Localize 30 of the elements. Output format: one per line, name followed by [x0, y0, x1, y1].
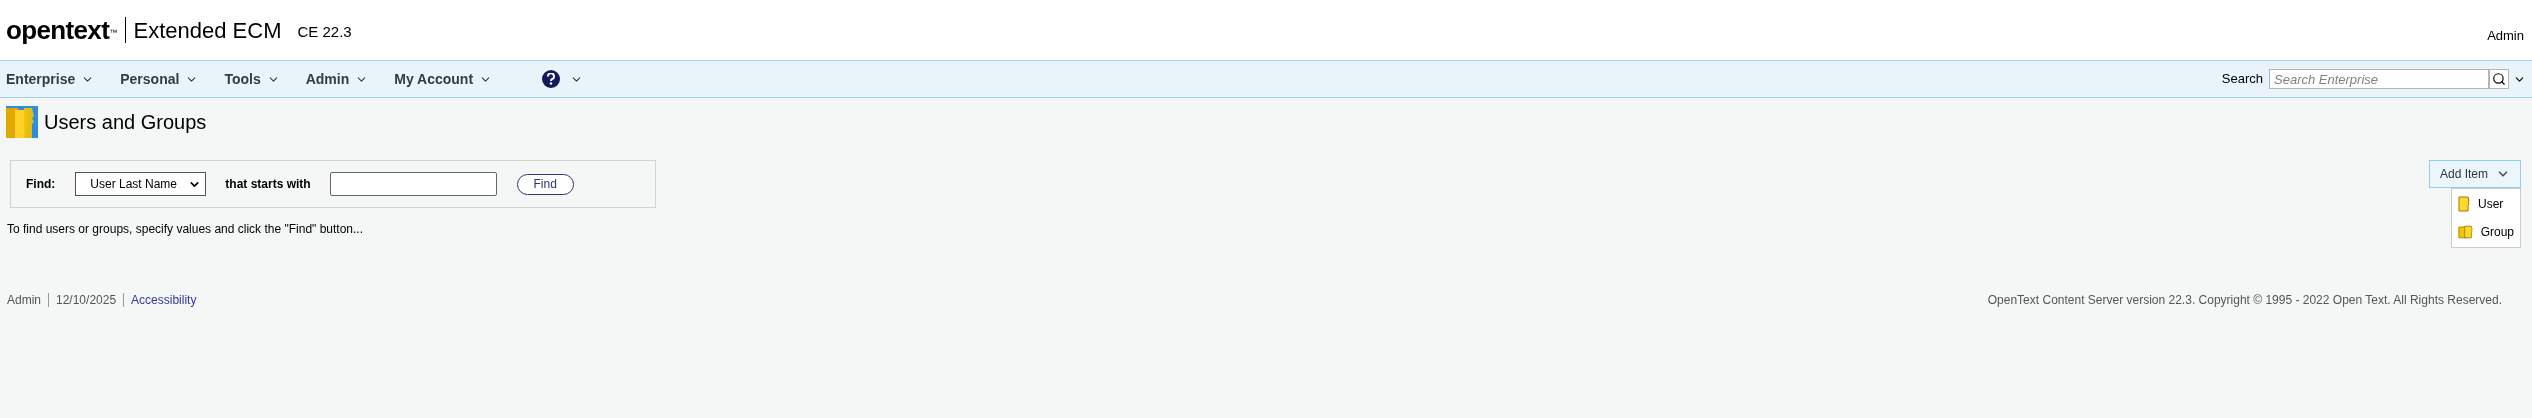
- user-name: Admin: [2487, 27, 2524, 46]
- nav-menu[interactable]: My Account: [388, 61, 499, 97]
- page-title: Users and Groups: [44, 110, 207, 135]
- field-select[interactable]: User Last Name: [75, 172, 207, 196]
- group-icon: [2458, 224, 2475, 240]
- nav-menu[interactable]: Personal: [114, 61, 205, 97]
- footer-date: 12/10/2025: [56, 292, 117, 309]
- find-label: Find:: [26, 176, 56, 193]
- footer-user: Admin: [7, 292, 41, 309]
- opentext-logo: opentext$^{™}$: [6, 13, 117, 47]
- find-input[interactable]: [329, 172, 497, 196]
- menu-item[interactable]: Group: [2452, 223, 2520, 241]
- copyright-text: OpenText Content Server version 22.3. Copyright © 1995 - 2022 Open Text. All Rights Reserved.: [1987, 292, 2502, 309]
- hint-text: To find users or groups, specify values and click the "Find" button...: [7, 221, 364, 238]
- search-label: Search: [2221, 70, 2263, 89]
- search-button[interactable]: [2489, 69, 2509, 89]
- accessibility-link[interactable]: Accessibility: [131, 291, 197, 309]
- user-icon: [2458, 196, 2472, 212]
- nav-menu[interactable]: Tools: [218, 61, 286, 97]
- nav-menu[interactable]: Admin: [299, 61, 375, 97]
- search-field[interactable]: Search Enterprise: [2269, 69, 2489, 89]
- help-icon: [542, 70, 561, 88]
- product-name: Extended ECM: [133, 16, 282, 45]
- add-item-button[interactable]: Add Item: [2428, 160, 2521, 188]
- menu-item[interactable]: User: [2452, 195, 2520, 213]
- version-label: CE 22.3: [297, 21, 352, 42]
- users-groups-icon: [6, 106, 38, 138]
- nav-menu[interactable]: Enterprise: [0, 61, 101, 97]
- find-button[interactable]: Find: [516, 173, 574, 195]
- operator-label: that starts with: [225, 176, 311, 193]
